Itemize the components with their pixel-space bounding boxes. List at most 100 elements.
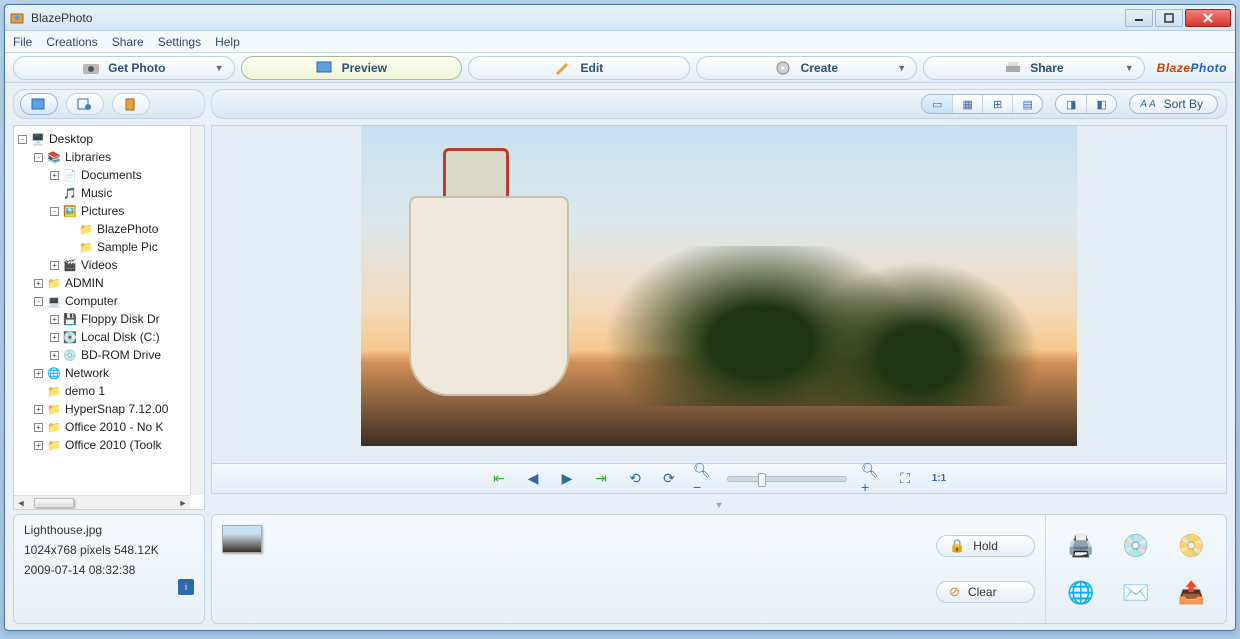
tree-node[interactable]: +📁Office 2010 (Toolk: [16, 436, 188, 454]
tree-node[interactable]: 🎵Music: [16, 184, 188, 202]
menu-share[interactable]: Share: [112, 35, 144, 49]
create-button[interactable]: Create ▼: [696, 56, 918, 80]
rotate-left-button[interactable]: ⟲: [625, 469, 645, 489]
filmstrip-button[interactable]: ▤: [1012, 95, 1042, 113]
tree-node[interactable]: -💻Computer: [16, 292, 188, 310]
tags-tab[interactable]: [112, 93, 150, 115]
panel-collapse-grip[interactable]: ▼: [211, 500, 1227, 510]
app-icon: [9, 10, 25, 26]
menu-file[interactable]: File: [13, 35, 32, 49]
compare-right-button[interactable]: ◧: [1086, 95, 1116, 113]
expand-icon[interactable]: +: [50, 315, 59, 324]
tray-thumbnail[interactable]: [222, 525, 262, 553]
tray-thumbnails: [212, 515, 926, 623]
collapse-icon[interactable]: -: [18, 135, 27, 144]
menu-help[interactable]: Help: [215, 35, 240, 49]
single-view-button[interactable]: ▭: [922, 95, 952, 113]
clear-button[interactable]: ⊘ Clear: [936, 581, 1035, 603]
quick-actions: 🖨️ 💿 📀 🌐 ✉️ 📤: [1046, 515, 1226, 623]
minimize-button[interactable]: [1125, 9, 1153, 27]
tree-node[interactable]: +📁HyperSnap 7.12.00: [16, 400, 188, 418]
tree-node[interactable]: -📚Libraries: [16, 148, 188, 166]
preview-button[interactable]: Preview: [241, 56, 463, 80]
action-html-web[interactable]: 🌐: [1056, 572, 1105, 613]
tree-node[interactable]: -🖥️Desktop: [16, 130, 188, 148]
properties-icon[interactable]: i: [178, 579, 194, 595]
tree-node[interactable]: +📁Office 2010 - No K: [16, 418, 188, 436]
menu-creations[interactable]: Creations: [46, 35, 97, 49]
last-image-button[interactable]: ⇥: [591, 469, 611, 489]
expand-icon[interactable]: +: [34, 441, 43, 450]
tree-horizontal-scrollbar[interactable]: ◄ ►: [14, 495, 190, 509]
expand-icon[interactable]: +: [34, 279, 43, 288]
zoom-out-button[interactable]: 🔍︎−: [693, 469, 713, 489]
edit-button[interactable]: Edit: [468, 56, 690, 80]
expand-icon[interactable]: +: [50, 261, 59, 270]
compare-left-button[interactable]: ◨: [1056, 95, 1086, 113]
grid-2x2-button[interactable]: ▦: [952, 95, 982, 113]
scroll-right-icon[interactable]: ►: [176, 496, 190, 510]
scroll-left-icon[interactable]: ◄: [14, 496, 28, 510]
action-export[interactable]: 📤: [1167, 572, 1216, 613]
node-label: Floppy Disk Dr: [81, 312, 160, 326]
prev-image-button[interactable]: ◀: [523, 469, 543, 489]
next-image-button[interactable]: ▶: [557, 469, 577, 489]
expand-icon[interactable]: +: [34, 405, 43, 414]
expand-icon[interactable]: +: [34, 423, 43, 432]
collapse-icon[interactable]: -: [50, 207, 59, 216]
expand-icon[interactable]: +: [50, 171, 59, 180]
zoom-in-button[interactable]: 🔍︎+: [861, 469, 881, 489]
chevron-down-icon: ▼: [1125, 63, 1134, 73]
tree-node[interactable]: -🖼️Pictures: [16, 202, 188, 220]
get-photo-button[interactable]: Get Photo ▼: [13, 56, 235, 80]
action-burn-cd[interactable]: 💿: [1111, 525, 1160, 566]
folder-tree: -🖥️Desktop-📚Libraries+📄Documents🎵Music-🖼…: [13, 125, 205, 510]
maximize-button[interactable]: [1155, 9, 1183, 27]
action-burn-dvd[interactable]: 📀: [1167, 525, 1216, 566]
brand-logo: BlazePhoto: [1157, 61, 1227, 75]
recent-tab[interactable]: [66, 93, 104, 115]
tree-vertical-scrollbar[interactable]: [190, 126, 204, 495]
scrollbar-thumb[interactable]: [34, 498, 74, 508]
actual-size-button[interactable]: 1:1: [929, 469, 949, 489]
folder-tree-tab[interactable]: [20, 93, 58, 115]
action-print[interactable]: 🖨️: [1056, 525, 1105, 566]
expand-icon[interactable]: +: [34, 369, 43, 378]
action-email[interactable]: ✉️: [1111, 572, 1160, 613]
rotate-right-button[interactable]: ⟳: [659, 469, 679, 489]
camera-icon: [82, 61, 100, 75]
menu-settings[interactable]: Settings: [158, 35, 201, 49]
fit-window-button[interactable]: ⛶: [895, 469, 915, 489]
grid-3x3-button[interactable]: ⊞: [982, 95, 1012, 113]
expand-icon[interactable]: +: [50, 333, 59, 342]
zoom-slider-handle[interactable]: [758, 473, 766, 487]
tree-node[interactable]: 📁demo 1: [16, 382, 188, 400]
tree-node[interactable]: 📁BlazePhoto: [16, 220, 188, 238]
expand-icon[interactable]: +: [50, 351, 59, 360]
tree-node[interactable]: +🎬Videos: [16, 256, 188, 274]
tree-node[interactable]: +💾Floppy Disk Dr: [16, 310, 188, 328]
first-image-button[interactable]: ⇤: [489, 469, 509, 489]
sort-by-button[interactable]: A A Sort By: [1129, 94, 1218, 114]
clear-icon: ⊘: [949, 584, 960, 600]
lock-icon: 🔒: [949, 538, 965, 554]
collapse-icon[interactable]: -: [34, 297, 43, 306]
preview-panel: ⇤ ◀ ▶ ⇥ ⟲ ⟳ 🔍︎− 🔍︎+ ⛶ 1:1: [211, 125, 1227, 494]
info-filename: Lighthouse.jpg: [24, 523, 194, 537]
node-label: Office 2010 (Toolk: [65, 438, 162, 452]
collapse-icon[interactable]: -: [34, 153, 43, 162]
tree-node[interactable]: 📁Sample Pic: [16, 238, 188, 256]
zoom-slider[interactable]: [727, 476, 847, 482]
tree-node[interactable]: +📁ADMIN: [16, 274, 188, 292]
tree-node[interactable]: +🌐Network: [16, 364, 188, 382]
tree-node[interactable]: +📄Documents: [16, 166, 188, 184]
hold-button[interactable]: 🔒 Hold: [936, 535, 1035, 557]
tree-node[interactable]: +💽Local Disk (C:): [16, 328, 188, 346]
tree-node[interactable]: +💿BD-ROM Drive: [16, 346, 188, 364]
node-label: Libraries: [65, 150, 111, 164]
image-viewport[interactable]: [212, 126, 1226, 463]
node-label: BD-ROM Drive: [81, 348, 161, 362]
titlebar: BlazePhoto: [5, 5, 1235, 31]
close-button[interactable]: [1185, 9, 1231, 27]
share-button[interactable]: Share ▼: [923, 56, 1145, 80]
